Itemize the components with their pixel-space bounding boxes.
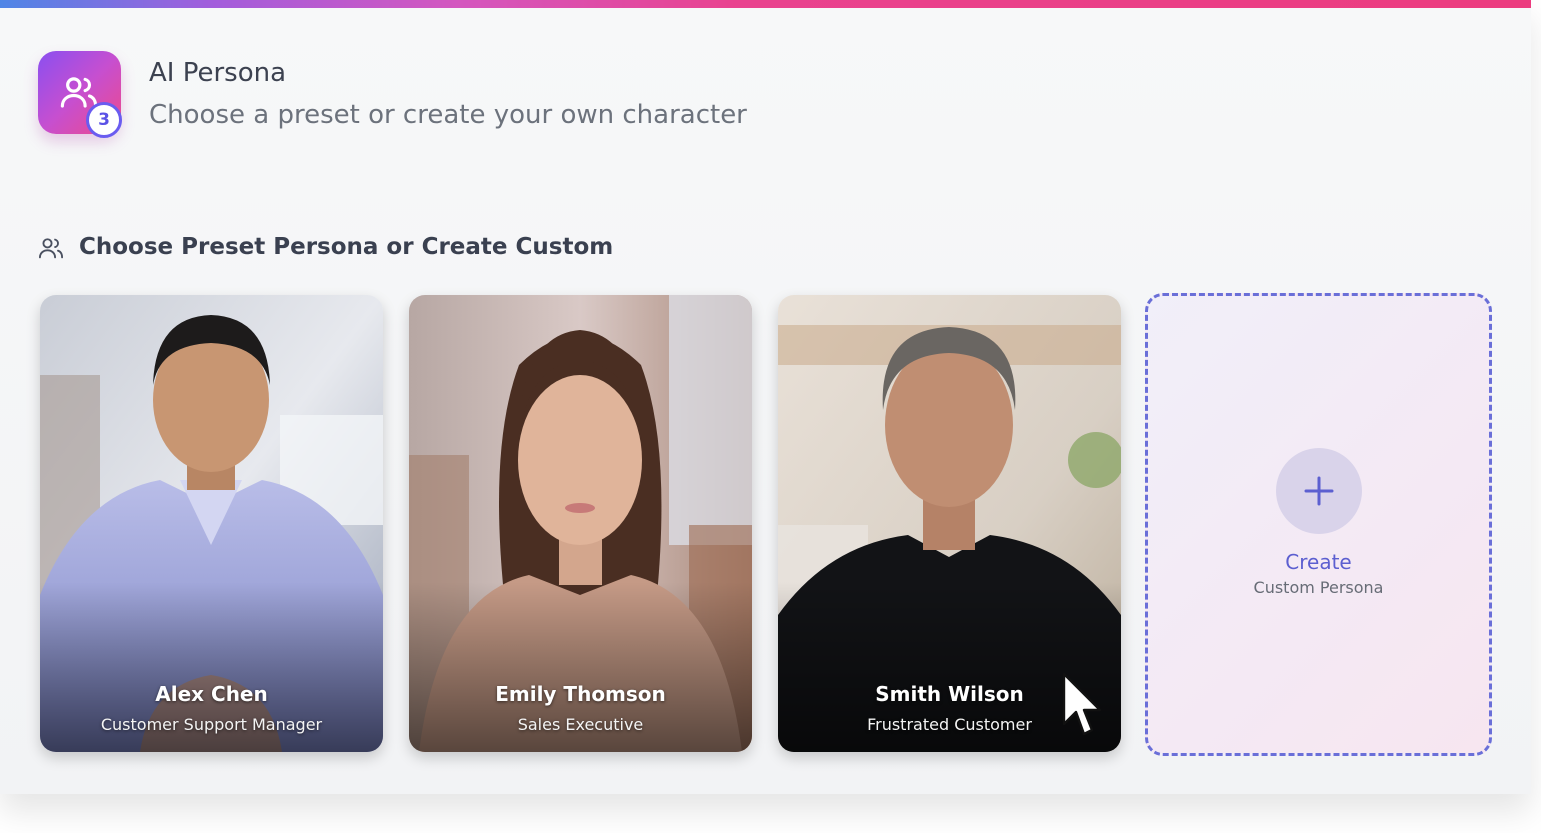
- section-title: Choose Preset Persona or Create Custom: [79, 234, 614, 260]
- persona-card-alex-chen[interactable]: Alex Chen Customer Support Manager: [40, 295, 383, 752]
- persona-name: Emily Thomson: [495, 682, 666, 706]
- persona-card-emily-thomson[interactable]: Emily Thomson Sales Executive: [409, 295, 752, 752]
- persona-role: Customer Support Manager: [100, 715, 323, 734]
- plus-icon: [1304, 476, 1334, 506]
- create-persona-button[interactable]: [1276, 448, 1362, 534]
- mouse-cursor-icon: [1062, 672, 1102, 736]
- persona-name: Alex Chen: [155, 682, 268, 706]
- create-sublabel: Custom Persona: [1253, 578, 1384, 597]
- persona-panel: 3 AI Persona Choose a preset or create y…: [0, 0, 1531, 794]
- create-label: Create: [1285, 550, 1352, 574]
- step-number-badge: 3: [86, 102, 122, 138]
- page-subtitle: Choose a preset or create your own chara…: [149, 100, 747, 130]
- users-icon: [38, 238, 64, 259]
- page-title: AI Persona: [149, 58, 287, 88]
- persona-role: Sales Executive: [517, 715, 644, 734]
- progress-gradient-bar: [0, 0, 1531, 8]
